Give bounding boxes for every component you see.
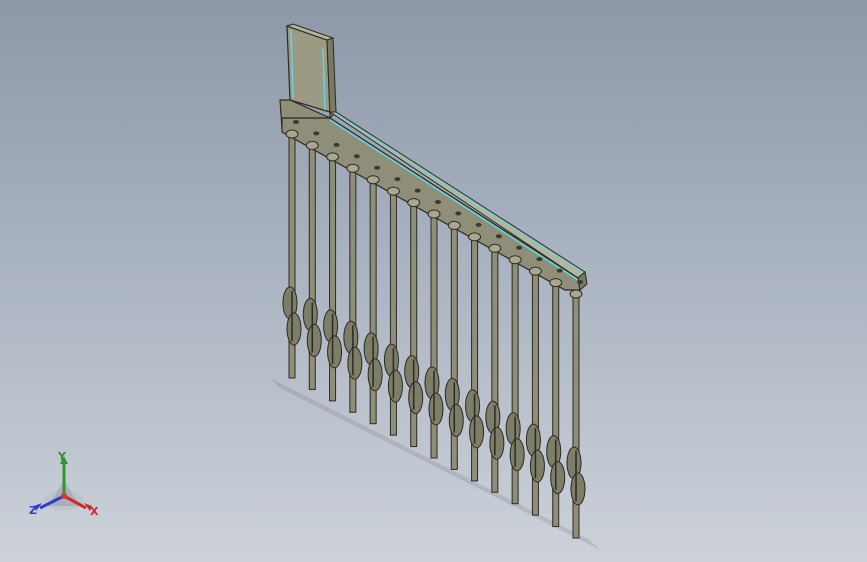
press-fit-lobe xyxy=(469,415,485,449)
pilot-hole xyxy=(374,165,381,170)
pin xyxy=(343,163,363,413)
pilot-hole xyxy=(353,154,360,159)
pin xyxy=(424,209,444,459)
pin-collar xyxy=(528,266,542,276)
pin xyxy=(525,266,545,516)
pin xyxy=(444,220,464,470)
pin-collar xyxy=(549,278,563,288)
pilot-hole xyxy=(475,222,482,227)
pin-collar xyxy=(447,220,461,230)
pin xyxy=(363,175,383,425)
pin-collar xyxy=(468,232,482,242)
pilot-hole xyxy=(293,120,299,124)
pin-collar xyxy=(305,140,319,150)
pin xyxy=(282,129,302,379)
press-fit-lobe xyxy=(550,461,566,495)
press-fit-lobe xyxy=(306,323,322,357)
press-fit-lobe xyxy=(428,392,444,426)
triad-origin xyxy=(61,493,67,499)
pin xyxy=(566,289,586,539)
pin-collar xyxy=(285,129,299,139)
pin xyxy=(465,232,485,482)
pilot-hole xyxy=(394,177,401,182)
press-fit-lobe xyxy=(570,472,586,506)
press-fit-lobe xyxy=(387,369,403,403)
pilot-hole xyxy=(556,268,563,273)
pin-collar xyxy=(346,163,360,173)
press-fit-lobe xyxy=(408,381,424,415)
press-fit-lobe xyxy=(448,403,464,437)
pilot-hole xyxy=(313,131,320,136)
pin-collar xyxy=(427,209,441,219)
pilot-hole xyxy=(455,211,462,216)
press-fit-lobe xyxy=(327,335,343,369)
pin-collar xyxy=(488,243,502,253)
pin-collar xyxy=(386,186,400,196)
pin xyxy=(302,140,322,390)
pin xyxy=(404,198,424,448)
pin xyxy=(383,186,403,436)
pin-collar xyxy=(326,152,340,162)
pilot-hole xyxy=(536,257,543,262)
pin-collar xyxy=(508,255,522,265)
pilot-hole xyxy=(577,280,583,284)
pilot-hole xyxy=(495,234,502,239)
pin-collar xyxy=(569,289,583,299)
press-fit-lobe xyxy=(367,358,383,392)
pilot-hole xyxy=(516,245,523,250)
press-fit-lobe xyxy=(529,449,545,483)
3d-model-view[interactable] xyxy=(0,0,867,562)
pilot-hole xyxy=(435,200,441,204)
triad-x-label: X xyxy=(90,505,99,518)
pilot-hole xyxy=(414,188,421,193)
pin-collar xyxy=(407,198,421,208)
press-fit-lobe xyxy=(489,426,505,460)
triad-z-label: Z xyxy=(29,504,37,517)
pin xyxy=(485,243,505,493)
pin xyxy=(323,152,343,402)
pin xyxy=(546,278,566,528)
triad-y-label: Y xyxy=(58,450,66,463)
press-fit-lobe xyxy=(347,346,363,380)
pilot-hole xyxy=(333,142,340,147)
press-fit-lobe xyxy=(509,438,525,472)
graphics-viewport[interactable]: Y Z X xyxy=(0,0,867,562)
press-fit-lobe xyxy=(286,312,302,346)
pin-collar xyxy=(366,175,380,185)
pin xyxy=(505,255,525,505)
